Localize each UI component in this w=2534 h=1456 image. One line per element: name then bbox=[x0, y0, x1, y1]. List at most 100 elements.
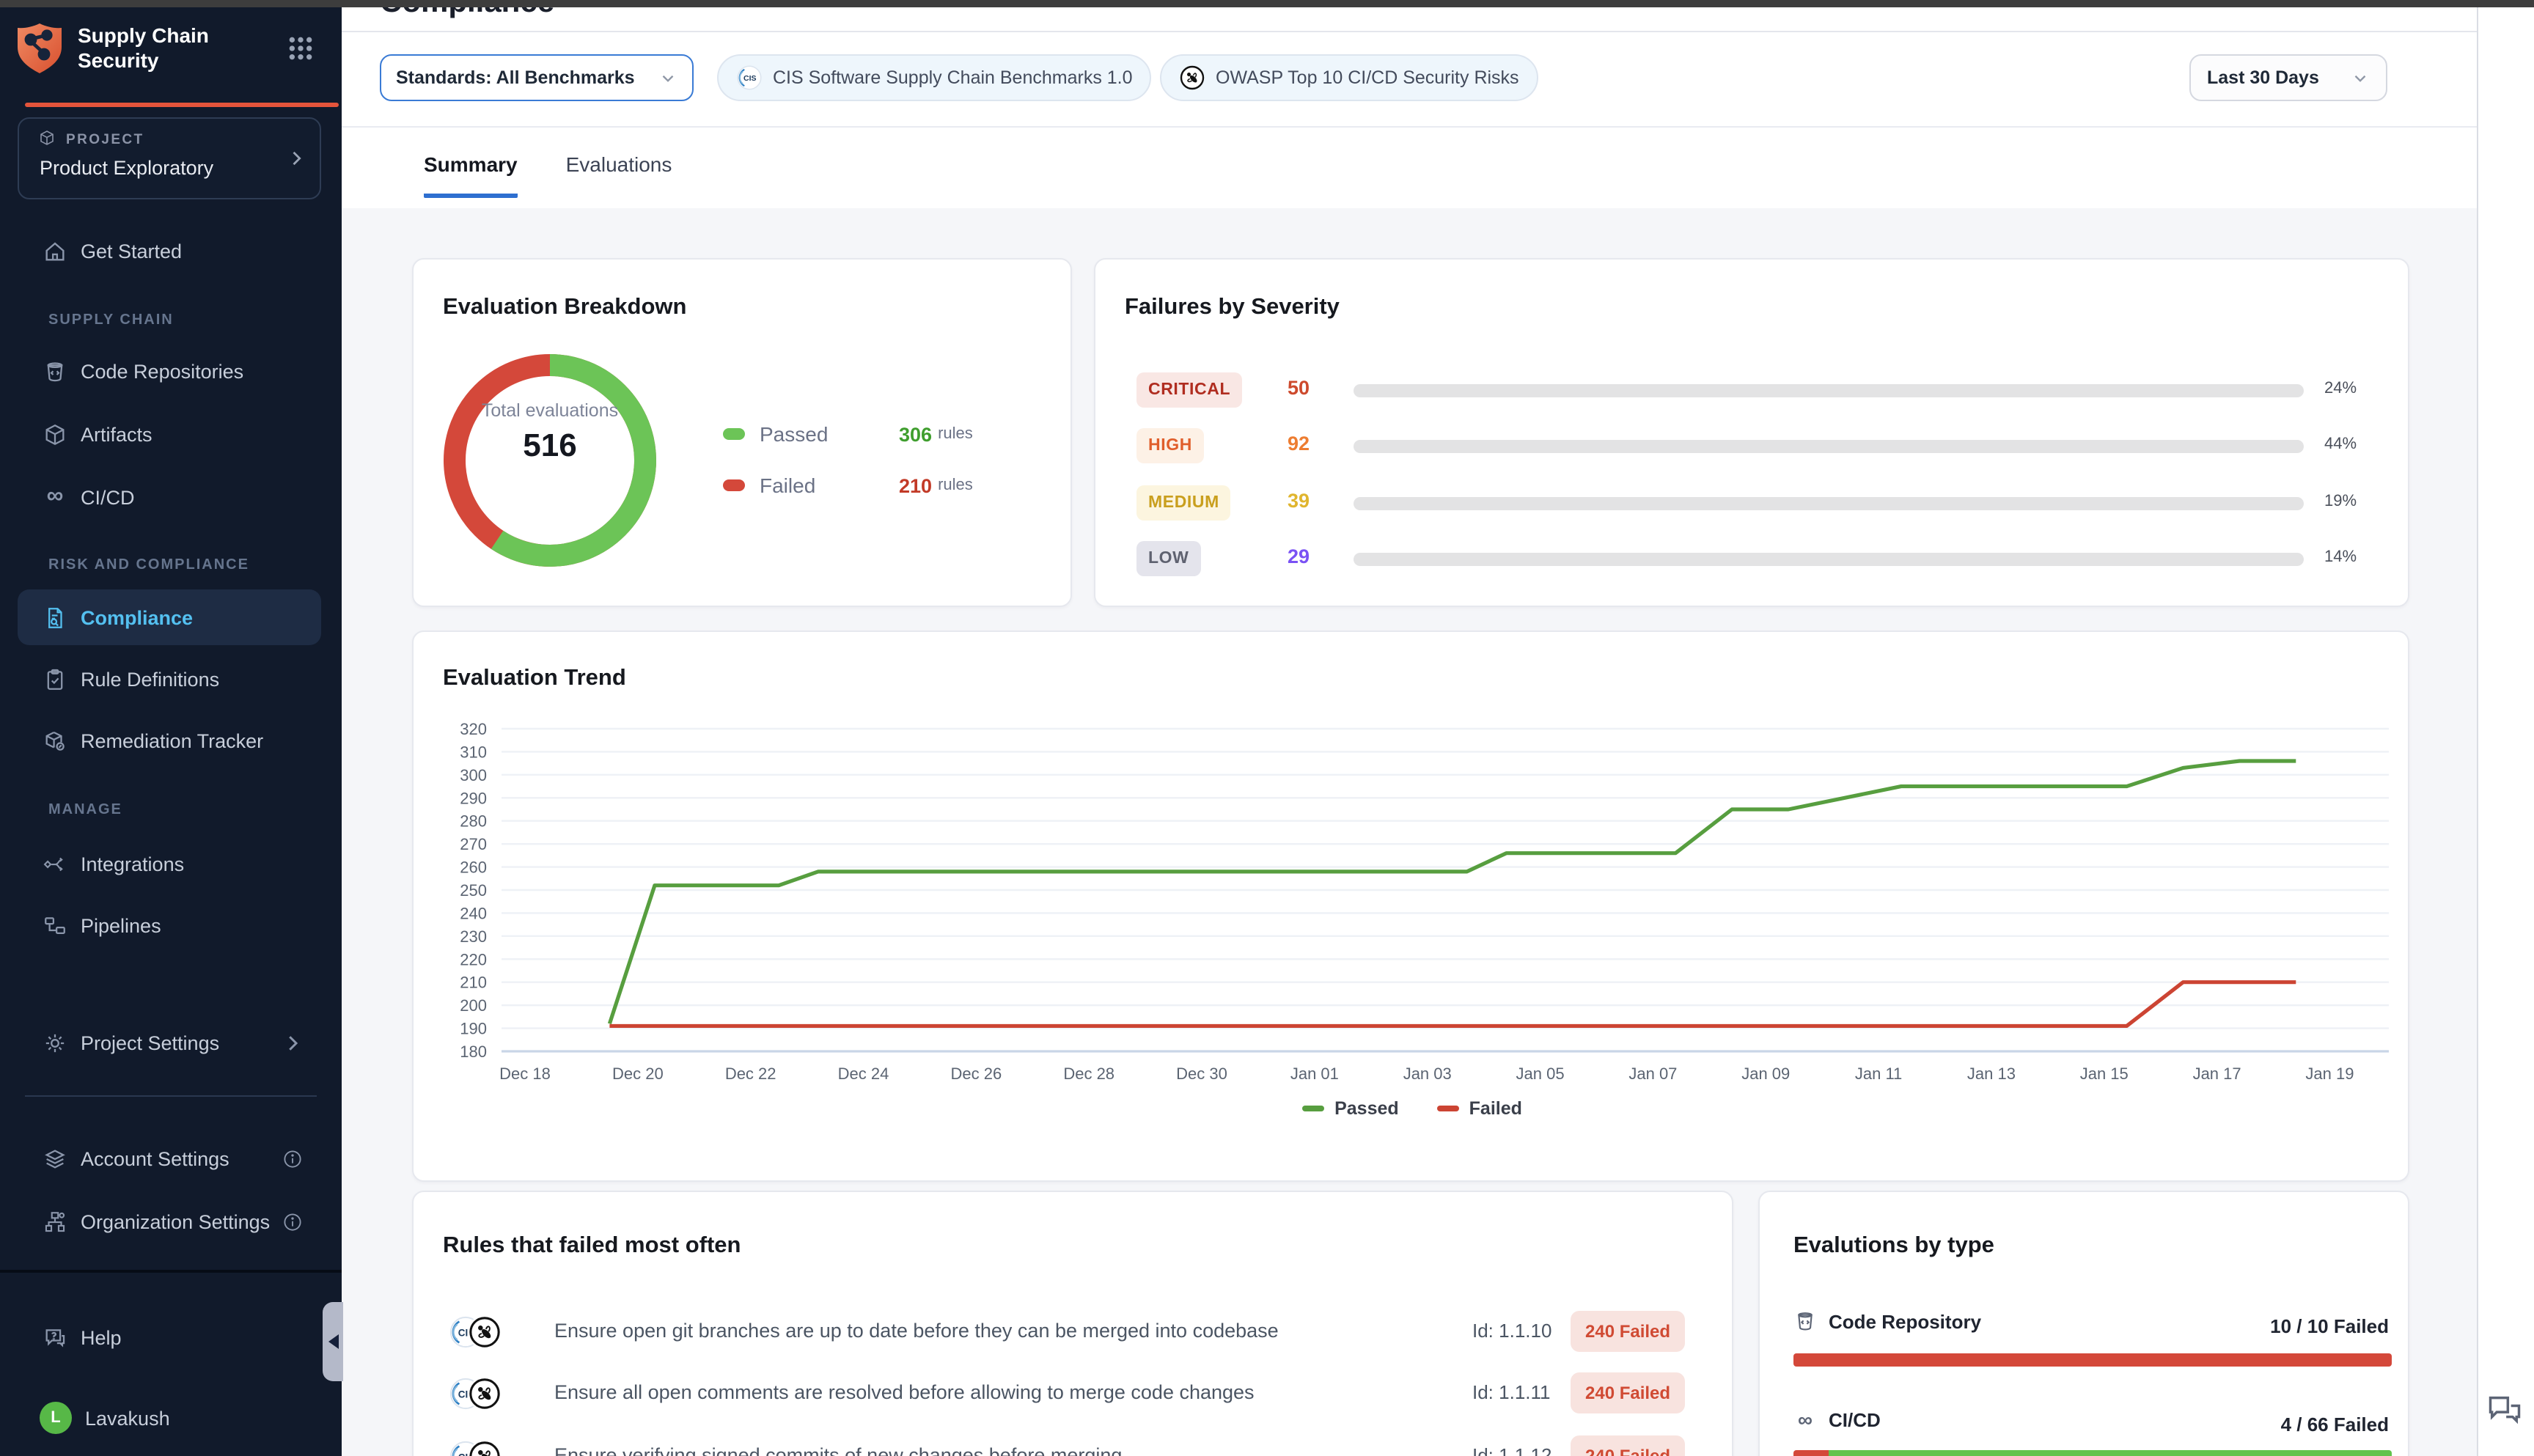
severity-badge: CRITICAL bbox=[1136, 372, 1242, 408]
type-bar-code-repository bbox=[1793, 1353, 2392, 1367]
trend-legend: Passed Failed bbox=[414, 1098, 2409, 1119]
help-chat-icon bbox=[43, 1325, 67, 1350]
app-root: Supply Chain Security PROJECT Product Ex… bbox=[0, 0, 2534, 1456]
tab-summary[interactable]: Summary bbox=[424, 152, 518, 198]
project-selector[interactable]: PROJECT Product Exploratory bbox=[18, 117, 321, 199]
sidebar-item-cicd[interactable]: ∞ CI/CD bbox=[0, 479, 342, 515]
svg-text:Jan 15: Jan 15 bbox=[2080, 1065, 2129, 1083]
chevron-right-icon bbox=[286, 148, 306, 169]
sidebar-collapse-handle[interactable] bbox=[323, 1302, 343, 1381]
chip-owasp-top10[interactable]: OWASP Top 10 CI/CD Security Risks bbox=[1160, 54, 1538, 101]
main-content: Evaluation Breakdown Total evaluations 5… bbox=[342, 208, 2477, 1456]
svg-text:Jan 11: Jan 11 bbox=[1855, 1065, 1902, 1083]
sidebar-user[interactable]: L Lavakush bbox=[0, 1400, 342, 1435]
severity-count: 50 bbox=[1288, 377, 1310, 399]
sidebar-item-get-started[interactable]: Get Started bbox=[0, 233, 342, 268]
rule-row[interactable]: CIS Ensure open git branches are up to d… bbox=[414, 1311, 1733, 1355]
chevron-right-icon bbox=[282, 1032, 304, 1054]
product-logo-row: Supply Chain Security bbox=[16, 19, 324, 84]
rule-row[interactable]: CIS Ensure verifying signed commits of n… bbox=[414, 1435, 1733, 1456]
card-failures-by-severity: Failures by Severity CRITICAL 50 24% HIG… bbox=[1094, 258, 2409, 607]
svg-text:240: 240 bbox=[460, 904, 487, 922]
window-top-strip bbox=[0, 0, 2534, 7]
home-icon bbox=[43, 238, 67, 263]
topbar: Compliance Standards: All Benchmarks CIS… bbox=[342, 7, 2477, 208]
sidebar-item-organization-settings[interactable]: Organization Settings bbox=[0, 1204, 342, 1239]
svg-text:Dec 18: Dec 18 bbox=[499, 1065, 551, 1083]
standards-filter-dropdown[interactable]: Standards: All Benchmarks bbox=[380, 54, 694, 101]
sidebar-item-project-settings[interactable]: Project Settings bbox=[0, 1025, 342, 1060]
svg-text:210: 210 bbox=[460, 974, 487, 992]
project-name: Product Exploratory bbox=[40, 157, 213, 179]
card-title: Failures by Severity bbox=[1125, 295, 1340, 321]
svg-text:Jan 09: Jan 09 bbox=[1741, 1065, 1790, 1083]
svg-text:200: 200 bbox=[460, 996, 487, 1015]
layers-icon bbox=[43, 1146, 67, 1171]
rule-source-icons: CIS bbox=[449, 1315, 507, 1350]
chip-cis-benchmarks[interactable]: CIS CIS Software Supply Chain Benchmarks… bbox=[717, 54, 1152, 101]
integrations-icon bbox=[43, 851, 67, 876]
sidebar-item-remediation-tracker[interactable]: Remediation Tracker bbox=[0, 723, 342, 758]
tab-evaluations[interactable]: Evaluations bbox=[566, 152, 672, 198]
svg-text:290: 290 bbox=[460, 789, 487, 807]
accent-underline bbox=[25, 103, 339, 107]
card-title: Rules that failed most often bbox=[443, 1233, 741, 1260]
failed-color-pill bbox=[723, 479, 745, 491]
svg-text:280: 280 bbox=[460, 812, 487, 831]
rule-row[interactable]: CIS Ensure all open comments are resolve… bbox=[414, 1372, 1733, 1416]
section-label-manage: MANAGE bbox=[48, 802, 122, 818]
svg-text:Dec 24: Dec 24 bbox=[838, 1065, 889, 1083]
sidebar-item-pipelines[interactable]: Pipelines bbox=[0, 908, 342, 943]
pipelines-icon bbox=[43, 913, 67, 938]
severity-percent: 24% bbox=[2324, 380, 2357, 397]
svg-text:320: 320 bbox=[460, 720, 487, 738]
severity-row-low: LOW 29 14% bbox=[1095, 541, 2409, 576]
clipboard-check-icon bbox=[43, 666, 67, 691]
infinity-icon: ∞ bbox=[1793, 1408, 1817, 1431]
sidebar-item-rule-definitions[interactable]: Rule Definitions bbox=[0, 661, 342, 696]
owasp-wasp-icon bbox=[468, 1315, 502, 1349]
avatar: L bbox=[40, 1402, 72, 1434]
chat-bubbles-icon[interactable] bbox=[2486, 1391, 2524, 1430]
severity-bar bbox=[1354, 497, 2304, 510]
chevron-down-icon bbox=[2351, 68, 2370, 87]
sidebar-item-account-settings[interactable]: Account Settings bbox=[0, 1141, 342, 1176]
owasp-wasp-icon bbox=[468, 1440, 502, 1456]
severity-count: 39 bbox=[1288, 490, 1310, 512]
divider bbox=[342, 31, 2477, 32]
sidebar-item-integrations[interactable]: Integrations bbox=[0, 846, 342, 881]
severity-percent: 14% bbox=[2324, 548, 2357, 566]
passed-line-swatch bbox=[1302, 1106, 1324, 1111]
tab-bar: Summary Evaluations bbox=[424, 152, 672, 198]
divider bbox=[342, 126, 2477, 128]
type-bar-segment bbox=[1793, 1450, 1829, 1456]
trend-line-passed bbox=[609, 761, 2296, 1023]
legend-item-failed: Failed bbox=[1437, 1098, 1522, 1119]
sidebar-item-artifacts[interactable]: Artifacts bbox=[0, 416, 342, 452]
severity-badge: HIGH bbox=[1136, 428, 1204, 463]
sidebar-item-compliance[interactable]: Compliance bbox=[18, 589, 321, 645]
info-icon[interactable] bbox=[282, 1210, 304, 1232]
failed-line-swatch bbox=[1437, 1106, 1459, 1111]
info-icon[interactable] bbox=[282, 1147, 304, 1169]
box-wrench-icon bbox=[43, 728, 67, 753]
passed-color-pill bbox=[723, 428, 745, 440]
section-label-risk-compliance: RISK AND COMPLIANCE bbox=[48, 557, 249, 573]
collapse-arrow-icon bbox=[328, 1334, 338, 1349]
severity-row-critical: CRITICAL 50 24% bbox=[1095, 372, 2409, 408]
total-evaluations-value: 516 bbox=[433, 427, 667, 465]
compliance-doc-icon bbox=[43, 605, 67, 630]
sidebar-item-help[interactable]: Help bbox=[0, 1320, 342, 1355]
owasp-wasp-icon bbox=[1179, 65, 1205, 91]
rule-text: Ensure open git branches are up to date … bbox=[554, 1320, 1279, 1342]
app-grid-icon[interactable] bbox=[286, 34, 315, 63]
rule-source-icons: CIS bbox=[449, 1377, 507, 1412]
type-failed-value: 4 / 66 Failed bbox=[2281, 1413, 2389, 1435]
date-range-dropdown[interactable]: Last 30 Days bbox=[2189, 54, 2387, 101]
svg-text:CIS: CIS bbox=[743, 74, 757, 83]
rule-text: Ensure verifying signed commits of new c… bbox=[554, 1444, 1122, 1456]
org-chart-icon bbox=[43, 1209, 67, 1234]
sidebar-item-code-repositories[interactable]: Code Repositories bbox=[0, 353, 342, 389]
card-title: Evaluation Breakdown bbox=[443, 295, 686, 321]
svg-text:Jan 03: Jan 03 bbox=[1403, 1065, 1452, 1083]
